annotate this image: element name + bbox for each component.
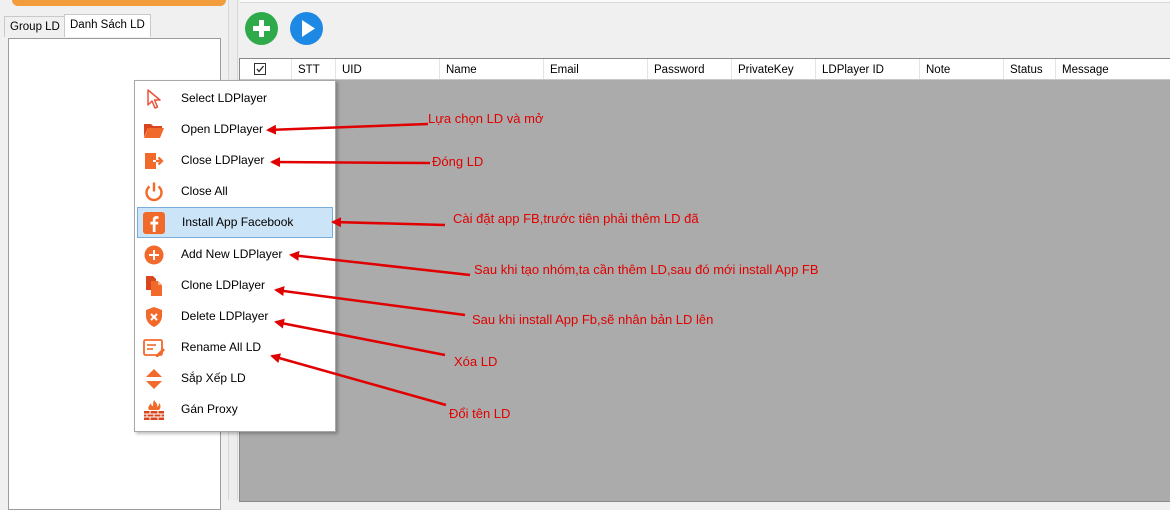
column-header-privatekey[interactable]: PrivateKey [732, 59, 816, 79]
menu-item-label: Select LDPlayer [181, 91, 268, 105]
menu-item-gan-proxy[interactable]: Gán Proxy [137, 394, 333, 425]
annotation-close-ld: Đóng LD [432, 154, 484, 169]
menu-item-label: Add New LDPlayer [181, 247, 283, 261]
select-all-checkbox[interactable] [254, 63, 266, 75]
annotation-rename-ld: Đổi tên LD [449, 406, 511, 421]
column-header-message[interactable]: Message [1056, 59, 1170, 79]
add-button[interactable] [245, 12, 278, 45]
top-border [240, 0, 1170, 3]
menu-item-label: Open LDPlayer [181, 122, 264, 136]
firewall-icon [144, 400, 164, 420]
column-header-ldplayer-id[interactable]: LDPlayer ID [816, 59, 920, 79]
cursor-icon [147, 89, 161, 109]
menu-item-close-ldplayer[interactable]: Close LDPlayer [137, 145, 333, 176]
select-all-column[interactable] [240, 59, 292, 79]
annotation-install-fb: Cài đặt app FB,trước tiên phải thêm LD đ… [453, 211, 699, 226]
context-menu: Select LDPlayer Open LDPlayer Close LDPl… [134, 80, 336, 432]
menu-item-label: Delete LDPlayer [181, 309, 269, 323]
add-circle-icon [144, 245, 164, 265]
facebook-icon [143, 212, 165, 234]
menu-item-label: Install App Facebook [182, 215, 294, 229]
menu-item-rename-all-ld[interactable]: Rename All LD [137, 332, 333, 363]
menu-item-label: Close All [181, 184, 228, 198]
menu-item-open-ldplayer[interactable]: Open LDPlayer [137, 114, 333, 145]
tab-group-ld[interactable]: Group LD [4, 16, 66, 37]
shield-delete-icon [146, 307, 162, 327]
column-header-status[interactable]: Status [1004, 59, 1056, 79]
annotation-add-new-ld: Sau khi tạo nhóm,ta cần thêm LD,sau đó m… [474, 262, 819, 277]
menu-item-label: Rename All LD [181, 340, 262, 354]
menu-item-label: Sắp Xếp LD [181, 371, 246, 385]
menu-item-delete-ldplayer[interactable]: Delete LDPlayer [137, 301, 333, 332]
tab-danh-sach-ld[interactable]: Danh Sách LD [64, 14, 151, 37]
menu-item-install-app-facebook[interactable]: Install App Facebook [137, 207, 333, 238]
column-header-stt[interactable]: STT [292, 59, 336, 79]
column-header-password[interactable]: Password [648, 59, 732, 79]
menu-item-label: Gán Proxy [181, 402, 238, 416]
rename-icon [143, 339, 165, 357]
menu-item-label: Clone LDPlayer [181, 278, 266, 292]
top-action-button[interactable] [12, 0, 226, 6]
menu-item-label: Close LDPlayer [181, 153, 265, 167]
annotation-open-ld: Lựa chọn LD và mở [428, 111, 544, 126]
plus-circle-icon [253, 20, 270, 37]
column-header-email[interactable]: Email [544, 59, 648, 79]
sort-icon [146, 369, 162, 389]
checkmark-icon [256, 65, 265, 73]
folder-open-icon [144, 124, 164, 138]
grid-header: STT UID Name Email Password PrivateKey L… [240, 59, 1170, 80]
menu-item-add-new-ldplayer[interactable]: Add New LDPlayer [137, 239, 333, 270]
menu-item-select-ldplayer[interactable]: Select LDPlayer [137, 83, 333, 114]
power-icon [145, 182, 163, 202]
menu-item-clone-ldplayer[interactable]: Clone LDPlayer [137, 270, 333, 301]
column-header-name[interactable]: Name [440, 59, 544, 79]
menu-item-sap-xep-ld[interactable]: Sắp Xếp LD [137, 363, 333, 394]
run-button[interactable] [290, 12, 323, 45]
annotation-delete-ld: Xóa LD [454, 354, 498, 369]
ld-data-grid[interactable]: STT UID Name Email Password PrivateKey L… [239, 58, 1170, 502]
exit-icon [145, 153, 164, 169]
column-header-note[interactable]: Note [920, 59, 1004, 79]
menu-item-close-all[interactable]: Close All [137, 176, 333, 207]
play-circle-icon [302, 20, 315, 37]
copy-file-icon [146, 276, 162, 296]
column-header-uid[interactable]: UID [336, 59, 440, 79]
annotation-clone-ld: Sau khi install App Fb,sẽ nhân bản LD lê… [472, 312, 714, 327]
